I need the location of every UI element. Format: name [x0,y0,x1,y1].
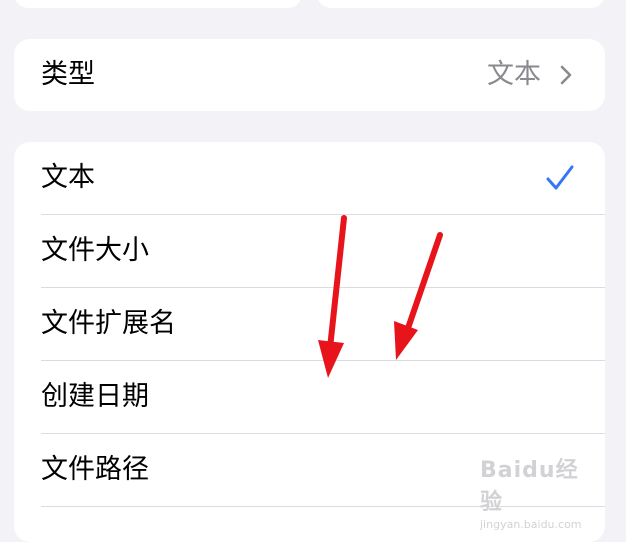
option-text[interactable]: 文本 [14,142,605,215]
watermark-url: jingyan.baidu.com [480,518,582,531]
type-label: 类型 [41,59,95,90]
top-card-right [317,0,605,8]
option-file-extension[interactable]: 文件扩展名 [14,288,605,361]
option-label: 文件扩展名 [41,308,176,339]
option-creation-date[interactable]: 创建日期 [14,361,605,434]
option-label: 文件大小 [41,235,149,266]
type-value: 文本 [487,59,541,90]
type-row[interactable]: 类型 文本 [14,39,605,111]
watermark-logo: Baidu经验 [480,458,579,515]
option-label: 文本 [41,162,95,193]
watermark: Baidu经验 jingyan.baidu.com [480,452,600,531]
option-file-size[interactable]: 文件大小 [14,215,605,288]
chevron-right-icon [560,65,572,85]
top-card-left [14,0,302,8]
option-label: 创建日期 [41,381,149,412]
option-label: 文件路径 [41,454,149,485]
checkmark-icon [546,165,574,190]
